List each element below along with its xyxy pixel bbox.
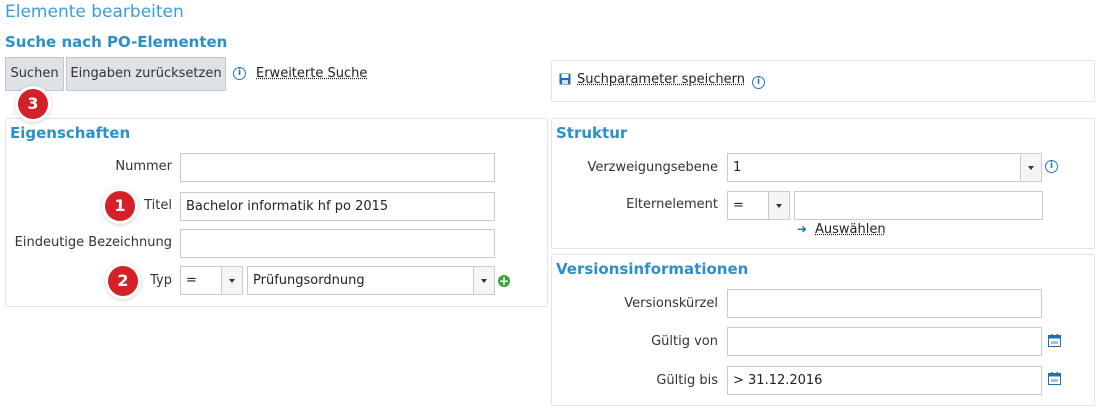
eigenschaften-title: Eigenschaften: [10, 124, 131, 142]
gueltig-bis-input[interactable]: > 31.12.2016: [727, 366, 1042, 395]
arrow-right-icon: ➜: [797, 222, 808, 236]
info-icon[interactable]: i: [752, 76, 765, 89]
nummer-input[interactable]: [180, 153, 495, 182]
reset-button[interactable]: Eingaben zurücksetzen: [66, 57, 226, 91]
chevron-down-icon[interactable]: [221, 267, 242, 294]
add-icon[interactable]: +: [498, 275, 510, 287]
auswaehlen-link[interactable]: Auswählen: [815, 222, 886, 237]
verzweigungsebene-value: 1: [733, 160, 742, 175]
elternelement-label: Elternelement: [626, 197, 718, 212]
gueltig-bis-label: Gültig bis: [656, 373, 718, 388]
step-badge-3: 3: [18, 89, 48, 119]
typ-value: Prüfungsordnung: [253, 273, 365, 288]
save-search-params-link[interactable]: Suchparameter speichern: [577, 72, 745, 87]
elternelement-operator-value: =: [733, 198, 744, 213]
elternelement-input[interactable]: [794, 191, 1043, 220]
chevron-down-icon[interactable]: [1020, 154, 1041, 181]
nummer-label: Nummer: [115, 159, 172, 174]
chevron-down-icon[interactable]: [768, 192, 789, 219]
versionskuerzel-input[interactable]: [727, 289, 1042, 318]
verzweigungsebene-select[interactable]: 1: [727, 153, 1042, 182]
bezeichnung-label: Eindeutige Bezeichnung: [14, 235, 172, 250]
advanced-search-link[interactable]: Erweiterte Suche: [256, 66, 367, 81]
verzweigungsebene-label: Verzweigungsebene: [587, 160, 718, 175]
section-title: Suche nach PO-Elementen: [5, 33, 228, 51]
step-badge-2: 2: [108, 266, 138, 296]
info-icon[interactable]: i: [1045, 160, 1058, 173]
typ-label: Typ: [150, 273, 172, 288]
save-icon[interactable]: [559, 73, 571, 85]
typ-operator-select[interactable]: =: [180, 266, 243, 295]
typ-select[interactable]: Prüfungsordnung: [247, 266, 495, 295]
calendar-icon[interactable]: [1048, 334, 1061, 347]
versionskuerzel-label: Versionskürzel: [624, 296, 718, 311]
elternelement-operator-select[interactable]: =: [727, 191, 790, 220]
titel-input[interactable]: Bachelor informatik hf po 2015: [180, 192, 495, 221]
titel-label: Titel: [144, 198, 172, 213]
typ-operator-value: =: [186, 273, 197, 288]
bezeichnung-input[interactable]: [180, 229, 495, 258]
gueltig-von-input[interactable]: [727, 327, 1042, 356]
search-button[interactable]: Suchen: [5, 57, 64, 91]
step-badge-1: 1: [105, 191, 135, 221]
struktur-title: Struktur: [556, 124, 628, 142]
versionsinfo-title: Versionsinformationen: [556, 260, 749, 278]
page-title: Elemente bearbeiten: [5, 2, 184, 22]
gueltig-von-label: Gültig von: [651, 334, 718, 349]
chevron-down-icon[interactable]: [473, 267, 494, 294]
calendar-icon[interactable]: [1048, 372, 1061, 385]
info-icon[interactable]: i: [233, 67, 246, 80]
